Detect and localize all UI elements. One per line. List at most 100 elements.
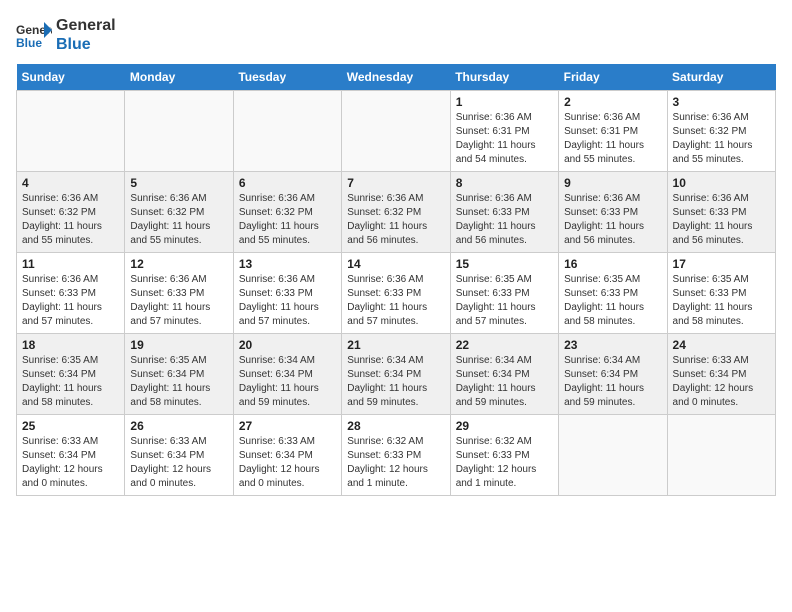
day-number: 11 xyxy=(22,257,119,271)
day-cell-1: 1 Sunrise: 6:36 AMSunset: 6:31 PMDaylight… xyxy=(450,91,558,172)
day-info: Sunrise: 6:35 AMSunset: 6:33 PMDaylight:… xyxy=(673,273,770,329)
day-cell-12: 12 Sunrise: 6:36 AMSunset: 6:33 PMDayligh… xyxy=(125,253,233,334)
day-number: 6 xyxy=(239,176,336,190)
day-header-wednesday: Wednesday xyxy=(342,64,450,91)
day-header-monday: Monday xyxy=(125,64,233,91)
day-number: 22 xyxy=(456,338,553,352)
day-info: Sunrise: 6:36 AMSunset: 6:32 PMDaylight:… xyxy=(22,192,119,248)
day-info: Sunrise: 6:34 AMSunset: 6:34 PMDaylight:… xyxy=(239,354,336,410)
day-number: 20 xyxy=(239,338,336,352)
day-cell-23: 23 Sunrise: 6:34 AMSunset: 6:34 PMDayligh… xyxy=(559,334,667,415)
day-cell-28: 28 Sunrise: 6:32 AMSunset: 6:33 PMDayligh… xyxy=(342,415,450,496)
day-cell-8: 8Sunrise: 6:36 AMSunset: 6:33 PMDaylight… xyxy=(450,172,558,253)
day-number: 17 xyxy=(673,257,770,271)
day-info: Sunrise: 6:36 AMSunset: 6:33 PMDaylight:… xyxy=(239,273,336,329)
day-number: 19 xyxy=(130,338,227,352)
day-number: 26 xyxy=(130,419,227,433)
day-info: Sunrise: 6:34 AMSunset: 6:34 PMDaylight:… xyxy=(456,354,553,410)
day-cell-5: 5Sunrise: 6:36 AMSunset: 6:32 PMDaylight… xyxy=(125,172,233,253)
day-header-sunday: Sunday xyxy=(17,64,125,91)
day-number: 9 xyxy=(564,176,661,190)
day-cell-13: 13 Sunrise: 6:36 AMSunset: 6:33 PMDayligh… xyxy=(233,253,341,334)
day-info: Sunrise: 6:34 AMSunset: 6:34 PMDaylight:… xyxy=(564,354,661,410)
day-info: Sunrise: 6:35 AMSunset: 6:33 PMDaylight:… xyxy=(456,273,553,329)
logo: General Blue General Blue xyxy=(16,16,116,54)
day-number: 12 xyxy=(130,257,227,271)
day-cell-20: 20 Sunrise: 6:34 AMSunset: 6:34 PMDayligh… xyxy=(233,334,341,415)
day-number: 14 xyxy=(347,257,444,271)
day-number: 8 xyxy=(456,176,553,190)
day-info: Sunrise: 6:33 AMSunset: 6:34 PMDaylight:… xyxy=(239,435,336,491)
day-info: Sunrise: 6:36 AMSunset: 6:32 PMDaylight:… xyxy=(673,111,770,167)
day-number: 25 xyxy=(22,419,119,433)
day-number: 27 xyxy=(239,419,336,433)
day-cell-17: 17 Sunrise: 6:35 AMSunset: 6:33 PMDayligh… xyxy=(667,253,775,334)
day-cell-4: 4 Sunrise: 6:36 AMSunset: 6:32 PMDaylight… xyxy=(17,172,125,253)
day-cell-26: 26 Sunrise: 6:33 AMSunset: 6:34 PMDayligh… xyxy=(125,415,233,496)
day-number: 24 xyxy=(673,338,770,352)
day-cell-14: 14Sunrise: 6:36 AMSunset: 6:33 PMDayligh… xyxy=(342,253,450,334)
day-header-tuesday: Tuesday xyxy=(233,64,341,91)
day-info: Sunrise: 6:35 AMSunset: 6:33 PMDaylight:… xyxy=(564,273,661,329)
day-cell-19: 19 Sunrise: 6:35 AMSunset: 6:34 PMDayligh… xyxy=(125,334,233,415)
day-header-thursday: Thursday xyxy=(450,64,558,91)
day-cell-9: 9 Sunrise: 6:36 AMSunset: 6:33 PMDaylight… xyxy=(559,172,667,253)
day-number: 4 xyxy=(22,176,119,190)
day-info: Sunrise: 6:36 AMSunset: 6:32 PMDaylight:… xyxy=(239,192,336,248)
day-info: Sunrise: 6:36 AMSunset: 6:33 PMDaylight:… xyxy=(564,192,661,248)
day-cell-25: 25 Sunrise: 6:33 AMSunset: 6:34 PMDayligh… xyxy=(17,415,125,496)
day-number: 5 xyxy=(130,176,227,190)
day-number: 13 xyxy=(239,257,336,271)
day-info: Sunrise: 6:36 AMSunset: 6:33 PMDaylight:… xyxy=(22,273,119,329)
day-info: Sunrise: 6:35 AMSunset: 6:34 PMDaylight:… xyxy=(130,354,227,410)
day-info: Sunrise: 6:33 AMSunset: 6:34 PMDaylight:… xyxy=(130,435,227,491)
day-info: Sunrise: 6:36 AMSunset: 6:31 PMDaylight:… xyxy=(564,111,661,167)
day-number: 2 xyxy=(564,95,661,109)
day-number: 29 xyxy=(456,419,553,433)
day-cell-18: 18 Sunrise: 6:35 AMSunset: 6:34 PMDayligh… xyxy=(17,334,125,415)
day-cell-21: 21 Sunrise: 6:34 AMSunset: 6:34 PMDayligh… xyxy=(342,334,450,415)
day-number: 18 xyxy=(22,338,119,352)
day-cell-27: 27 Sunrise: 6:33 AMSunset: 6:34 PMDayligh… xyxy=(233,415,341,496)
day-number: 1 xyxy=(456,95,553,109)
day-number: 10 xyxy=(673,176,770,190)
day-info: Sunrise: 6:36 AMSunset: 6:32 PMDaylight:… xyxy=(347,192,444,248)
day-cell-29: 29 Sunrise: 6:32 AMSunset: 6:33 PMDayligh… xyxy=(450,415,558,496)
day-number: 28 xyxy=(347,419,444,433)
empty-cell xyxy=(233,91,341,172)
day-header-saturday: Saturday xyxy=(667,64,775,91)
day-header-friday: Friday xyxy=(559,64,667,91)
day-info: Sunrise: 6:34 AMSunset: 6:34 PMDaylight:… xyxy=(347,354,444,410)
day-cell-2: 2 Sunrise: 6:36 AMSunset: 6:31 PMDaylight… xyxy=(559,91,667,172)
day-info: Sunrise: 6:36 AMSunset: 6:33 PMDaylight:… xyxy=(673,192,770,248)
day-info: Sunrise: 6:32 AMSunset: 6:33 PMDaylight:… xyxy=(347,435,444,491)
logo-icon: General Blue xyxy=(16,20,52,50)
day-cell-6: 6 Sunrise: 6:36 AMSunset: 6:32 PMDaylight… xyxy=(233,172,341,253)
day-number: 23 xyxy=(564,338,661,352)
empty-cell xyxy=(125,91,233,172)
day-cell-10: 10 Sunrise: 6:36 AMSunset: 6:33 PMDayligh… xyxy=(667,172,775,253)
logo-line1: General xyxy=(56,16,116,35)
svg-text:Blue: Blue xyxy=(16,36,42,50)
day-cell-7: 7 Sunrise: 6:36 AMSunset: 6:32 PMDaylight… xyxy=(342,172,450,253)
empty-cell xyxy=(342,91,450,172)
day-cell-16: 16 Sunrise: 6:35 AMSunset: 6:33 PMDayligh… xyxy=(559,253,667,334)
day-number: 21 xyxy=(347,338,444,352)
day-number: 3 xyxy=(673,95,770,109)
day-cell-3: 3 Sunrise: 6:36 AMSunset: 6:32 PMDaylight… xyxy=(667,91,775,172)
day-info: Sunrise: 6:32 AMSunset: 6:33 PMDaylight:… xyxy=(456,435,553,491)
day-info: Sunrise: 6:35 AMSunset: 6:34 PMDaylight:… xyxy=(22,354,119,410)
day-info: Sunrise: 6:33 AMSunset: 6:34 PMDaylight:… xyxy=(673,354,770,410)
day-info: Sunrise: 6:36 AMSunset: 6:33 PMDaylight:… xyxy=(130,273,227,329)
day-info: Sunrise: 6:33 AMSunset: 6:34 PMDaylight:… xyxy=(22,435,119,491)
day-cell-15: 15 Sunrise: 6:35 AMSunset: 6:33 PMDayligh… xyxy=(450,253,558,334)
day-number: 15 xyxy=(456,257,553,271)
day-number: 16 xyxy=(564,257,661,271)
logo-line2: Blue xyxy=(56,35,116,54)
day-number: 7 xyxy=(347,176,444,190)
calendar-table: SundayMondayTuesdayWednesdayThursdayFrid… xyxy=(16,64,776,496)
day-cell-22: 22 Sunrise: 6:34 AMSunset: 6:34 PMDayligh… xyxy=(450,334,558,415)
day-info: Sunrise: 6:36 AMSunset: 6:31 PMDaylight:… xyxy=(456,111,553,167)
day-cell-11: 11 Sunrise: 6:36 AMSunset: 6:33 PMDayligh… xyxy=(17,253,125,334)
empty-cell xyxy=(17,91,125,172)
